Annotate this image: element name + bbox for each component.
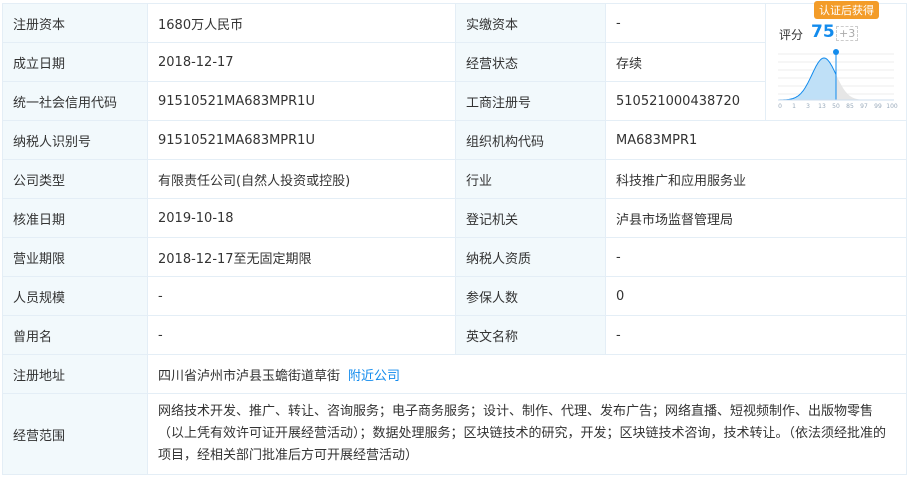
field-value: 510521000438720	[605, 81, 766, 121]
axis-tick: 3	[806, 103, 810, 110]
field-value: -	[605, 3, 766, 43]
address-value: 四川省泸州市泸县玉蟾街道草街 附近公司	[147, 354, 907, 394]
table-row: 经营范围 网络技术开发、推广、转让、咨询服务；电子商务服务；设计、制作、代理、发…	[2, 393, 907, 475]
field-label: 纳税人资质	[455, 237, 606, 277]
field-label: 公司类型	[2, 159, 148, 199]
field-label: 纳税人识别号	[2, 120, 148, 160]
axis-tick: 50	[832, 103, 840, 110]
score-label: 评分	[779, 28, 804, 42]
score-distribution-chart: 0 1 3 13 50 85 97 99 100	[778, 49, 898, 110]
field-value: MA683MPR1	[605, 120, 907, 160]
table-row: 曾用名 - 英文名称 -	[2, 315, 907, 355]
field-label: 曾用名	[2, 315, 148, 355]
field-label: 参保人数	[455, 276, 606, 316]
field-label: 经营状态	[455, 42, 606, 82]
field-label: 注册资本	[2, 3, 148, 43]
table-row: 纳税人识别号 91510521MA683MPR1U 组织机构代码 MA683MP…	[2, 120, 907, 160]
business-scope-value: 网络技术开发、推广、转让、咨询服务；电子商务服务；设计、制作、代理、发布广告；网…	[147, 393, 907, 475]
score-widget[interactable]: 认证后获得 评分 75 +3 0 1 3 13 50 85 97 99 100	[765, 1, 907, 121]
nearby-companies-link[interactable]: 附近公司	[348, 369, 400, 384]
score-value: 75	[811, 22, 835, 42]
field-label: 经营范围	[2, 393, 148, 475]
score-plus: +3	[836, 26, 859, 41]
field-value: 科技推广和应用服务业	[605, 159, 907, 199]
axis-tick: 1	[792, 103, 796, 110]
field-value: -	[147, 276, 456, 316]
axis-tick: 99	[874, 103, 882, 110]
field-value: 存续	[605, 42, 766, 82]
field-value: -	[605, 315, 907, 355]
field-value: 1680万人民币	[147, 3, 456, 43]
address-text: 四川省泸州市泸县玉蟾街道草街	[158, 368, 341, 384]
field-label: 登记机关	[455, 198, 606, 238]
table-row: 注册地址 四川省泸州市泸县玉蟾街道草街 附近公司	[2, 354, 907, 394]
field-value: 2019-10-18	[147, 198, 456, 238]
field-value: 91510521MA683MPR1U	[147, 120, 456, 160]
table-row: 公司类型 有限责任公司(自然人投资或控股) 行业 科技推广和应用服务业	[2, 159, 907, 199]
field-value: -	[147, 315, 456, 355]
field-label: 核准日期	[2, 198, 148, 238]
axis-tick: 97	[860, 103, 868, 110]
field-value: 0	[605, 276, 907, 316]
field-value: 91510521MA683MPR1U	[147, 81, 456, 121]
company-info-table: 注册资本 1680万人民币 实缴资本 - 认证后获得 评分 75 +3 0131…	[2, 1, 907, 475]
axis-tick: 100	[886, 103, 898, 110]
field-value: 泸县市场监督管理局	[605, 198, 907, 238]
axis-tick: 0	[778, 103, 782, 110]
axis-tick: 13	[818, 103, 826, 110]
table-row: 人员规模 - 参保人数 0	[2, 276, 907, 316]
table-row: 注册资本 1680万人民币 实缴资本 - 认证后获得 评分 75 +3 0131…	[2, 1, 907, 121]
field-label: 组织机构代码	[455, 120, 606, 160]
field-label: 实缴资本	[455, 3, 606, 43]
field-label: 注册地址	[2, 354, 148, 394]
field-label: 营业期限	[2, 237, 148, 277]
field-label: 成立日期	[2, 42, 148, 82]
table-row: 核准日期 2019-10-18 登记机关 泸县市场监督管理局	[2, 198, 907, 238]
field-value: -	[605, 237, 907, 277]
certify-badge: 认证后获得	[814, 1, 879, 19]
table-row: 营业期限 2018-12-17至无固定期限 纳税人资质 -	[2, 237, 907, 277]
field-label: 人员规模	[2, 276, 148, 316]
field-value: 2018-12-17至无固定期限	[147, 237, 456, 277]
field-label: 行业	[455, 159, 606, 199]
field-value: 有限责任公司(自然人投资或控股)	[147, 159, 456, 199]
field-value: 2018-12-17	[147, 42, 456, 82]
axis-tick: 85	[846, 103, 854, 110]
field-label: 英文名称	[455, 315, 606, 355]
field-label: 工商注册号	[455, 81, 606, 121]
field-label: 统一社会信用代码	[2, 81, 148, 121]
